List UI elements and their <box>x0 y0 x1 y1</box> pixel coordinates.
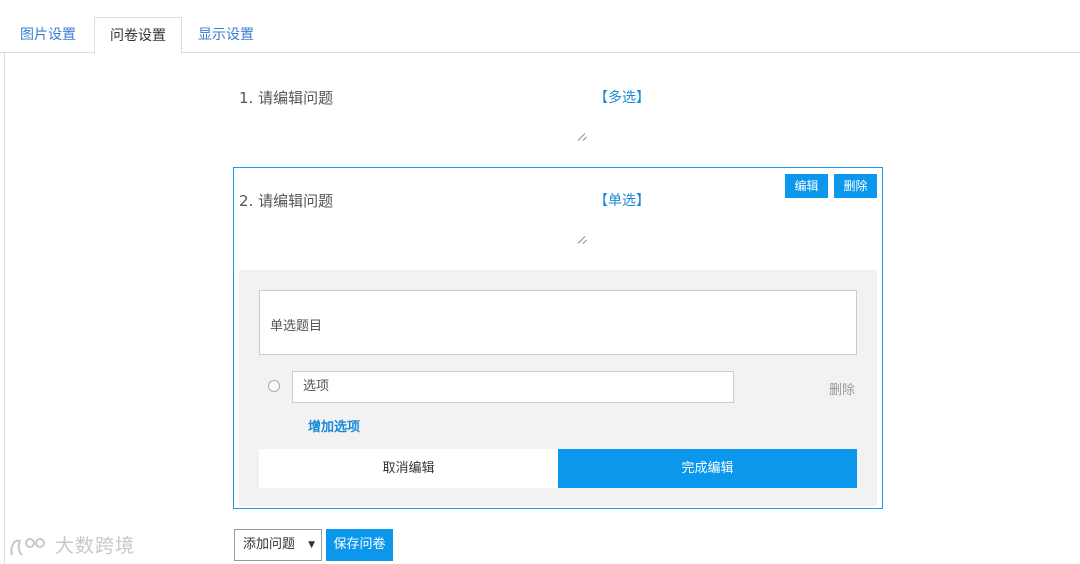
edit-question-button[interactable]: 编辑 <box>785 174 828 198</box>
radio-icon[interactable] <box>268 380 280 392</box>
question-1-type: 【多选】 <box>594 90 650 106</box>
question-title-input[interactable]: 单选题目 <box>259 290 857 355</box>
tab-display-settings[interactable]: 显示设置 <box>183 17 269 53</box>
tab-image-settings[interactable]: 图片设置 <box>5 17 91 53</box>
add-question-label: 添加问题 <box>243 537 296 552</box>
question-2-resize-icon[interactable] <box>577 233 589 245</box>
question-2-text[interactable]: 2. 请编辑问题 <box>239 190 333 211</box>
watermark: 大数跨境 <box>8 531 135 559</box>
delete-option-link[interactable]: 删除 <box>829 379 855 398</box>
add-question-select[interactable]: 添加问题 ▼ <box>234 529 322 561</box>
cancel-edit-button[interactable]: 取消编辑 <box>259 449 558 488</box>
finish-edit-button[interactable]: 完成编辑 <box>558 449 857 488</box>
save-survey-button[interactable]: 保存问卷 <box>326 529 393 561</box>
watermark-logo-icon <box>10 537 45 556</box>
delete-question-button[interactable]: 删除 <box>834 174 877 198</box>
option-input[interactable]: 选项 <box>292 371 734 403</box>
question-1-resize-icon[interactable] <box>577 130 589 142</box>
watermark-text: 大数跨境 <box>55 535 136 557</box>
add-option-link[interactable]: 增加选项 <box>308 416 360 435</box>
tab-bar: 图片设置 问卷设置 显示设置 <box>0 0 1080 54</box>
caret-down-icon: ▼ <box>308 540 315 550</box>
question-1-text[interactable]: 1. 请编辑问题 <box>239 87 333 108</box>
question-2-type: 【单选】 <box>594 193 650 209</box>
tab-survey-settings[interactable]: 问卷设置 <box>94 17 182 54</box>
